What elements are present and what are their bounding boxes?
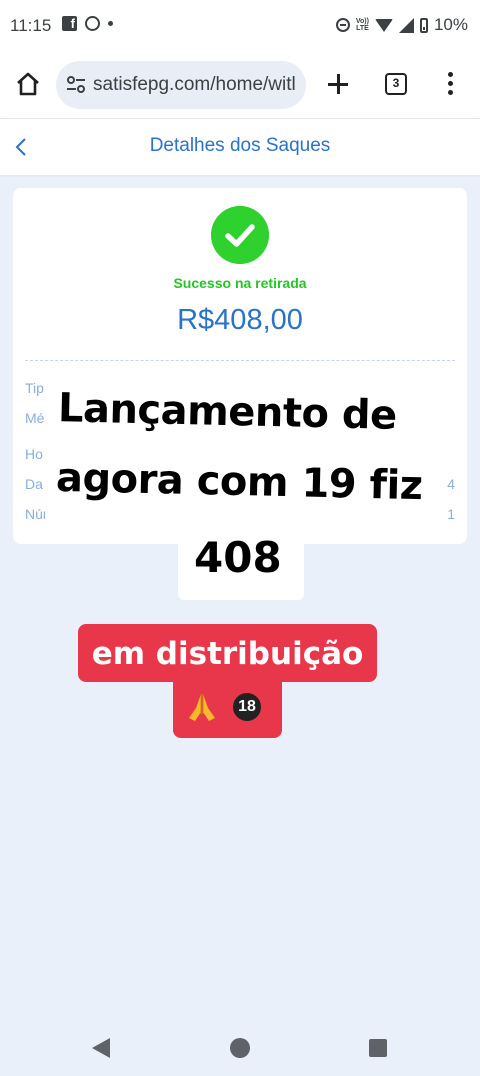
tab-switcher-button[interactable]: 3 (385, 73, 407, 95)
nav-back-icon[interactable] (92, 1038, 110, 1058)
status-text: Sucesso na retirada (173, 275, 307, 291)
red-caption-box: em distribuição (78, 624, 377, 682)
caption-line-1: Lançamento de (57, 385, 398, 439)
new-tab-icon[interactable] (326, 72, 350, 96)
status-time: 11:15 (10, 16, 52, 35)
site-settings-icon[interactable] (66, 76, 86, 94)
under-18-icon: 18 (230, 690, 264, 724)
row-label-time: Ho (25, 446, 43, 462)
signal-icon (398, 17, 414, 33)
praying-hands-icon (189, 694, 215, 721)
address-bar[interactable]: satisfepg.com/home/witl (56, 61, 306, 109)
browser-toolbar: satisfepg.com/home/witl 3 (0, 52, 480, 118)
row-label-date: Da (25, 476, 43, 492)
nav-home-icon[interactable] (230, 1038, 250, 1058)
battery-icon (419, 17, 428, 33)
nav-recents-icon[interactable] (369, 1039, 387, 1057)
page-title: Detalhes dos Saques (149, 135, 331, 156)
withdrawal-amount: R$408,00 (177, 304, 303, 336)
more-menu-icon[interactable] (448, 72, 454, 96)
red-caption-text: em distribuição (91, 636, 364, 672)
caption-line-3: 408 (194, 533, 282, 582)
row-value-date: 4 (447, 476, 455, 492)
url-text[interactable]: satisfepg.com/home/witl (93, 74, 296, 96)
row-value-order-number: 1 (447, 506, 455, 522)
page-header: Detalhes dos Saques (0, 118, 480, 175)
status-bar: 11:15 f Vo)) LTE 10% (0, 0, 480, 52)
volte-icon: Vo)) LTE (355, 18, 369, 32)
system-nav-bar (0, 1020, 480, 1076)
caption-line-2: agora com 19 fiz (55, 454, 424, 510)
row-label-method: Mé (25, 410, 45, 426)
divider (25, 360, 455, 361)
battery-percent: 10% (433, 15, 468, 34)
whatsapp-icon (85, 16, 100, 31)
row-label-type: Tip (25, 380, 44, 396)
facebook-icon: f (62, 16, 77, 31)
home-icon[interactable] (14, 70, 42, 98)
do-not-disturb-icon (335, 18, 350, 32)
wifi-icon (374, 18, 393, 32)
success-check-icon (211, 206, 269, 264)
notification-dot-icon (108, 21, 113, 26)
